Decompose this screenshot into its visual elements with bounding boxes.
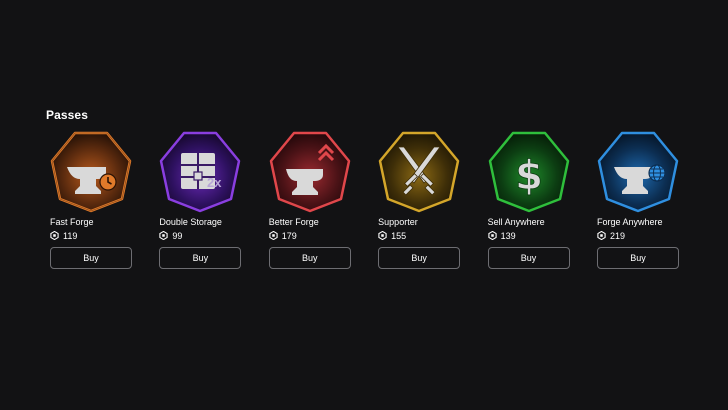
price-value: 99	[172, 230, 183, 241]
price-value: 155	[391, 230, 407, 241]
pass-name: Double Storage	[159, 217, 222, 227]
pass-price: 219	[597, 230, 679, 241]
buy-button-forge-anywhere[interactable]: Buy	[596, 247, 679, 269]
price-value: 119	[63, 230, 78, 241]
buy-button-supporter[interactable]: Buy	[378, 247, 461, 269]
buy-button-better-forge[interactable]: Buy	[268, 247, 351, 269]
buy-button-fast-forge[interactable]: Buy	[50, 247, 132, 269]
pass-grid: Fast Forge 119 Buy 2x Double Storage 99 …	[50, 131, 679, 269]
crossed-swords-icon[interactable]	[378, 131, 460, 213]
pass-name: Better Forge	[268, 217, 319, 227]
anvil-upgrade-icon[interactable]	[269, 131, 351, 213]
pass-price: 119	[50, 230, 132, 241]
robux-icon	[487, 231, 497, 240]
robux-icon	[50, 231, 59, 240]
pass-name: Fast Forge	[50, 217, 94, 227]
anvil-clock-icon[interactable]	[50, 131, 132, 213]
dollar-icon[interactable]: $	[488, 131, 570, 213]
svg-text:2x: 2x	[207, 175, 222, 190]
price-value: 179	[281, 230, 297, 241]
pass-price: 155	[378, 230, 460, 241]
pass-name: Sell Anywhere	[487, 217, 545, 227]
robux-icon	[378, 231, 387, 240]
robux-icon	[159, 231, 169, 240]
storage-2x-icon[interactable]: 2x	[159, 131, 241, 213]
robux-icon	[269, 231, 278, 240]
pass-card-forge-anywhere[interactable]: Forge Anywhere 219 Buy	[596, 131, 679, 269]
pass-price: 179	[269, 230, 351, 241]
section-title-passes: Passes	[46, 108, 88, 122]
pass-card-better-forge[interactable]: Better Forge 179 Buy	[268, 131, 351, 269]
pass-card-fast-forge[interactable]: Fast Forge 119 Buy	[50, 131, 132, 269]
pass-price: 99	[159, 230, 241, 241]
robux-icon	[597, 231, 606, 240]
buy-button-double-storage[interactable]: Buy	[159, 247, 242, 269]
pass-card-double-storage[interactable]: 2x Double Storage 99 Buy	[159, 131, 242, 269]
svg-text:$: $	[515, 153, 543, 199]
price-value: 219	[609, 230, 625, 241]
pass-card-supporter[interactable]: Supporter 155 Buy	[378, 131, 461, 269]
pass-name: Forge Anywhere	[596, 217, 663, 227]
buy-button-sell-anywhere[interactable]: Buy	[487, 247, 570, 269]
anvil-globe-icon[interactable]	[597, 131, 679, 213]
pass-price: 139	[487, 230, 570, 241]
price-value: 139	[500, 230, 516, 241]
pass-name: Supporter	[378, 217, 418, 227]
pass-card-sell-anywhere[interactable]: $ Sell Anywhere 139 Buy	[487, 131, 570, 269]
